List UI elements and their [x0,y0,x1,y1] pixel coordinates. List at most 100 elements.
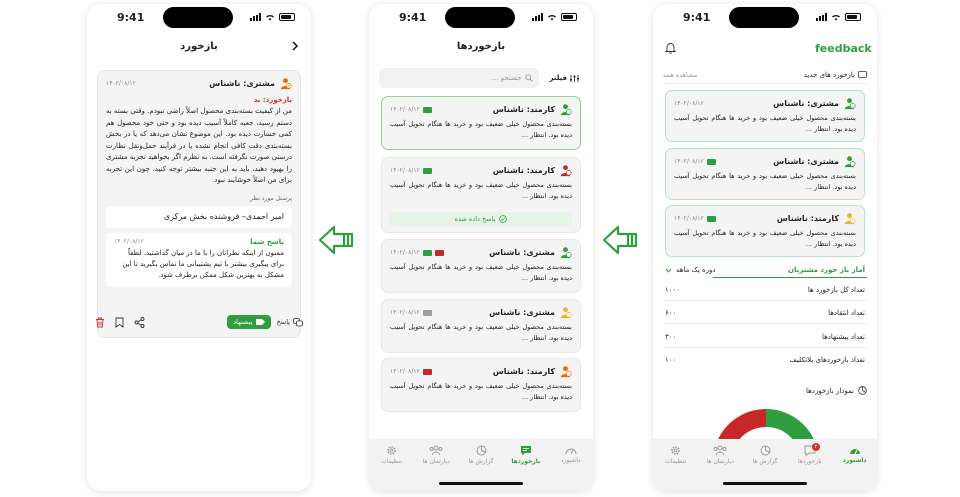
tab-label: گزارش ها [752,458,778,465]
stats-title: آمار باز خورد مشتریان [788,266,865,274]
tab-dashboard[interactable]: داشبورد [553,445,589,491]
card-text: بسته‌بندی محصول خیلی ضعیف بود و خرید ها … [390,120,572,139]
tab-settings[interactable]: تنظیمات [373,445,409,491]
reply-date: ۱۴۰۲/۰۸/۱۲ [114,238,144,245]
gauge-icon [849,449,860,455]
signal-icon [532,13,543,21]
card-date: ۱۴۰۲/۰۸/۱۲ [674,100,704,107]
dynamic-island [445,7,515,28]
category-tag-icon [706,215,716,222]
stat-row: تعداد پیشنهادها ۳۰۰ [665,333,865,341]
back-chevron-icon[interactable] [291,40,299,52]
feedback-card[interactable]: کارمند: ناشناس ۱۴۰۲/۰۸/۱۲ بسته‌بندی محصو… [381,157,581,233]
customer-person-icon [844,156,856,168]
stat-value: ۳۰۰ [665,333,677,341]
category-tag-icon [422,368,432,375]
stat-row: تعداد بازخوردهای بلاتکلیف ۱۰۰ [665,356,865,364]
feedback-detail-screen: 9:41 بازخورد مشتری: ناشناس ۱۴۰۲/۰۸/۱۲ با… [87,4,311,491]
feedback-card[interactable]: مشتری: ناشناس ۱۴۰۲/۰۸/۱۲ بسته‌بندی محصول… [665,90,865,142]
search-placeholder: جستجو ... [491,74,522,82]
tab-label: بازخوردها [797,458,822,465]
feedback-card[interactable]: کارمند: ناشناس ۱۴۰۲/۰۸/۱۲ بسته‌بندی محصو… [381,96,581,150]
filter-button[interactable]: فیلتر [545,68,583,88]
share-icon[interactable] [134,316,145,328]
stat-value: ۱۰۰ [665,356,677,364]
stat-label: تعداد انتقادها [828,309,865,317]
card-text: بسته‌بندی محصول خیلی ضعیف بود و خرید ها … [674,114,856,133]
period-select[interactable]: دوره یک ماهه [665,266,716,274]
card-date: ۱۴۰۲/۰۸/۱۲ [390,309,420,316]
group-icon [713,445,727,456]
category-tag-icon [422,106,432,113]
stat-row: تعداد انتقادها ۶۰۰ [665,309,865,317]
answered-status-badge: پاسخ داده شده [390,212,572,226]
dynamic-island [163,7,233,28]
dynamic-island [729,7,799,28]
filter-sliders-icon [570,74,579,82]
customer-person-icon [280,78,292,90]
chart-icon [858,386,867,395]
suggestion-button[interactable]: پیشنهاد [227,315,271,329]
card-text: بسته‌بندی محصول خیلی ضعیف بود و خرید ها … [390,263,572,282]
card-name: مشتری: ناشناس [773,99,839,108]
status-icons [816,13,861,21]
reply-button[interactable]: پاسخ [276,317,303,327]
filter-label: فیلتر [549,74,567,82]
flow-arrow-icon [602,225,638,255]
tab-label: دپارتمان ها [706,458,734,465]
gear-icon [671,446,680,455]
tab-settings[interactable]: تنظیمات [657,445,693,491]
tag-icon [255,319,265,325]
category-tag-icon [706,158,716,165]
answered-label: پاسخ داده شده [454,215,496,223]
stat-label: تعداد پیشنهادها [821,333,865,341]
battery-icon [279,13,295,21]
card-date: ۱۴۰۲/۰۸/۱۲ [390,106,420,113]
card-name: مشتری: ناشناس [773,157,839,166]
divider [663,300,867,301]
card-text: بسته‌بندی محصول خیلی ضعیف بود و خرید ها … [390,181,572,200]
customer-name: مشتری: ناشناس [209,79,275,88]
see-all-link[interactable]: مشاهده همه [663,71,697,79]
gear-icon [387,446,396,455]
category-tag-icon [422,167,432,174]
chart-header: نمودار بازخوردها [663,386,867,395]
battery-icon [561,13,577,21]
customer-person-icon [560,247,572,259]
feedback-card[interactable]: مشتری: ناشناس ۱۴۰۲/۰۸/۱۲ بسته‌بندی محصول… [665,148,865,200]
stat-value: ۶۰۰ [665,309,677,317]
trash-icon[interactable] [95,317,105,328]
card-date: ۱۴۰۲/۰۸/۱۲ [674,158,704,165]
chat-icon [520,446,531,456]
card-text: بسته‌بندی محصول خیلی ضعیف بود و خرید ها … [674,172,856,191]
status-icons [532,13,577,21]
card-name: مشتری: ناشناس [489,308,555,317]
message-icon [858,71,867,78]
tab-label: گزارش ها [468,458,494,465]
feedback-card[interactable]: کارمند: ناشناس ۱۴۰۲/۰۸/۱۲ بسته‌بندی محصو… [665,205,865,257]
card-date: ۱۴۰۲/۰۸/۱۲ [390,368,420,375]
new-feedbacks-header: بازخورد های جدید مشاهده همه [663,71,867,79]
divider [663,323,867,324]
customer-person-icon [560,307,572,319]
search-input[interactable]: جستجو ... [379,68,540,88]
group-icon [429,445,443,456]
reply-button-label: پاسخ [276,318,290,326]
notification-bell-icon[interactable] [665,42,676,54]
reply-label: پاسخ شما [250,237,284,246]
tab-dashboard[interactable]: داشبورد [837,445,873,491]
tab-label: تنظیمات [664,458,687,465]
card-date: ۱۴۰۲/۰۸/۱۲ [390,249,420,256]
stat-value: ۱۰۰۰ [665,286,681,294]
section-title: بازخورد های جدید [803,71,855,79]
signal-icon [816,13,827,21]
feedback-card[interactable]: مشتری: ناشناس ۱۴۰۲/۰۸/۱۲ بسته‌بندی محصول… [381,239,581,293]
page-title: بازخورد [180,41,218,52]
bookmark-icon[interactable] [115,317,124,328]
wifi-icon [548,14,556,21]
feedback-card[interactable]: مشتری: ناشناس ۱۴۰۲/۰۸/۱۲ بسته‌بندی محصول… [381,299,581,353]
status-icons [250,13,295,21]
category-tag-icon [422,249,432,256]
employee-person-icon [560,366,572,378]
feedback-card[interactable]: کارمند: ناشناس ۱۴۰۲/۰۸/۱۲ بسته‌بندی محصو… [381,358,581,412]
